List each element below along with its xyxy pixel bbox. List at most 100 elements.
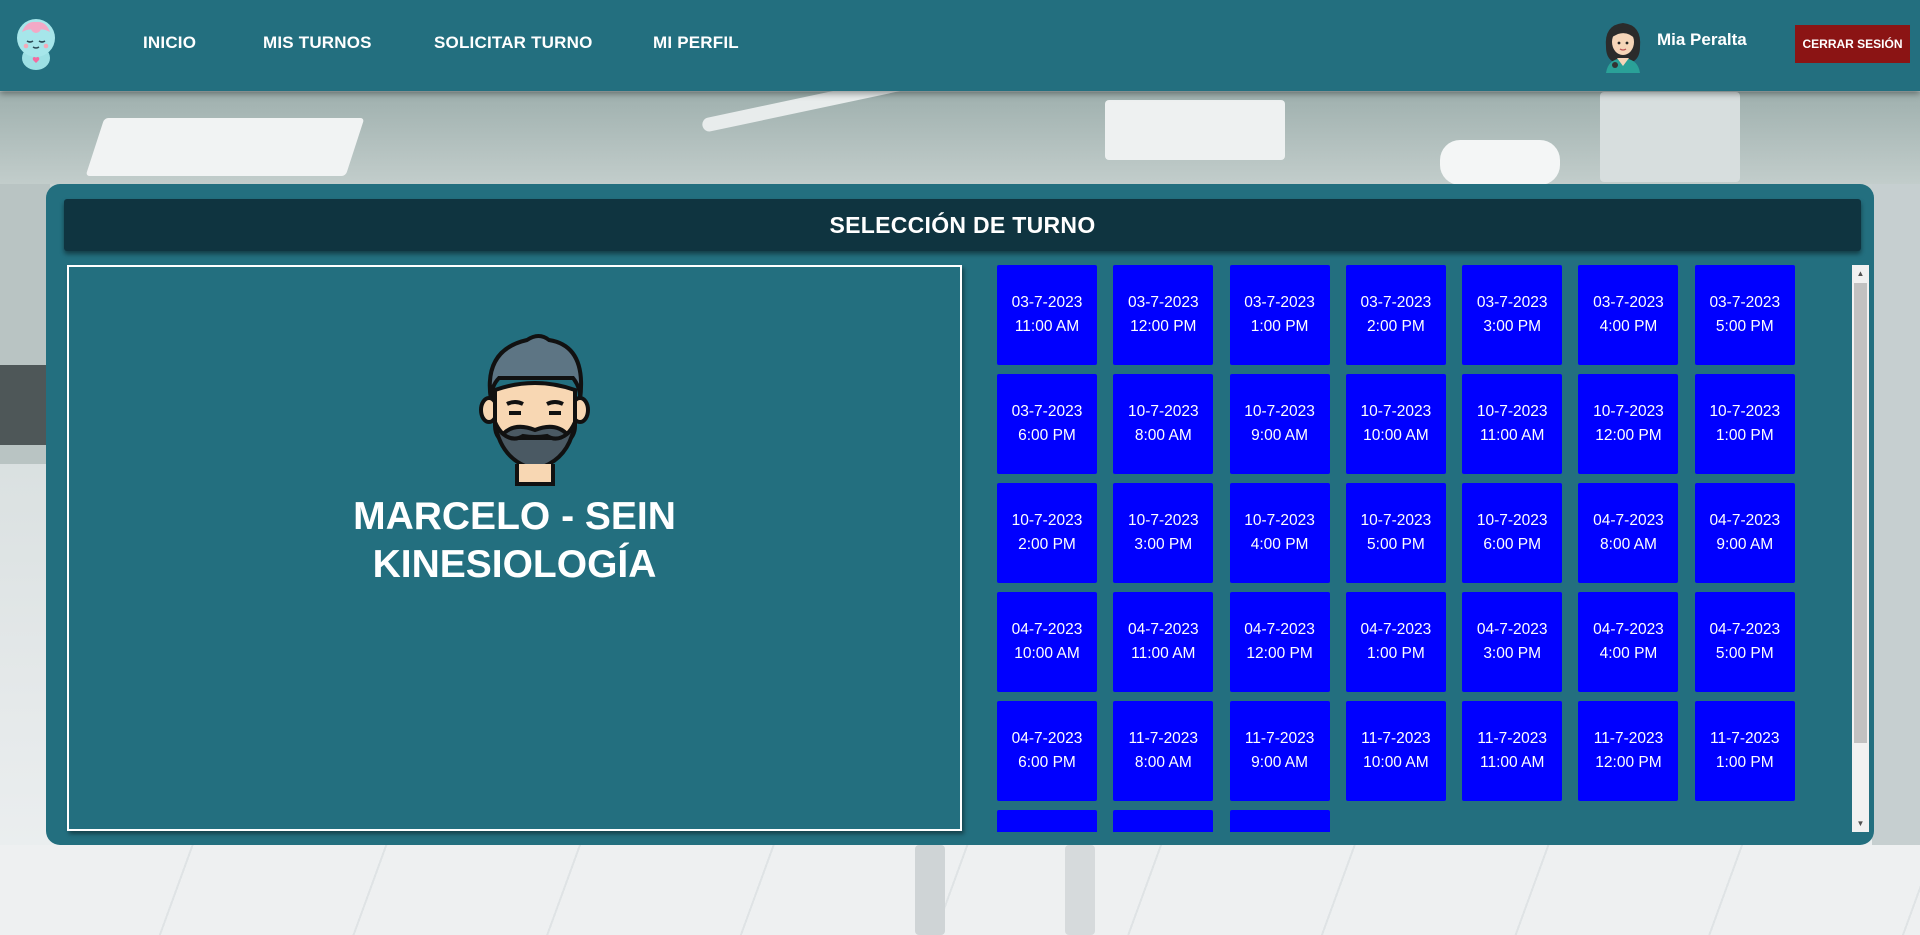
nav-link-mi-perfil[interactable]: MI PERFIL xyxy=(653,33,739,53)
slot-time: 11:00 AM xyxy=(1480,427,1545,444)
appointment-slot-button[interactable]: 11-7-2023 8:00 AM xyxy=(1113,701,1214,801)
slot-time: 9:00 AM xyxy=(1251,427,1309,444)
bg-monitor xyxy=(1600,92,1740,182)
slot-time: 8:00 AM xyxy=(1134,427,1192,444)
slot-date: 10-7-2023 xyxy=(1709,403,1781,420)
slot-time: 2:00 PM xyxy=(1367,318,1425,335)
slot-date: 10-7-2023 xyxy=(1476,512,1548,529)
appointment-slot-button[interactable]: 11-7-2023 1:00 PM xyxy=(1694,701,1795,801)
slot-time: 9:00 AM xyxy=(1251,754,1309,771)
appointment-slot-button[interactable]: 04-7-2023 4:00 PM xyxy=(1578,592,1679,692)
slot-date: 04-7-2023 xyxy=(1360,621,1432,638)
bg-surgical-lamp xyxy=(1105,100,1285,160)
card-header: SELECCIÓN DE TURNO xyxy=(64,199,1861,251)
slots-grid: 03-7-2023 11:00 AM 03-7-2023 12:00 PM 03-7-2… xyxy=(997,265,1817,832)
appointment-slot-button[interactable]: 04-7-2023 10:00 AM xyxy=(997,592,1097,692)
slot-date: 04-7-2023 xyxy=(1709,621,1781,638)
slot-date: 03-7-2023 xyxy=(1360,294,1432,311)
scroll-down-arrow-icon[interactable]: ▼ xyxy=(1852,815,1869,832)
top-navbar: INICIO MIS TURNOS SOLICITAR TURNO MI PER… xyxy=(0,0,1920,91)
appointment-slot-button[interactable]: 03-7-2023 6:00 PM xyxy=(997,374,1097,474)
slot-time: 2:00 PM xyxy=(1018,536,1076,553)
scroll-up-arrow-icon[interactable]: ▲ xyxy=(1852,265,1869,282)
appointment-slot-button[interactable]: 04-7-2023 5:00 PM xyxy=(1694,592,1795,692)
slot-time: 1:00 PM xyxy=(1250,318,1309,335)
slot-time: 10:00 AM xyxy=(1014,645,1080,662)
appointment-slot-button[interactable]: 04-7-2023 6:00 PM xyxy=(997,701,1097,801)
slot-time: 6:00 PM xyxy=(1018,754,1076,771)
slot-date: 11-7-2023 xyxy=(1477,730,1547,747)
slot-time: 12:00 PM xyxy=(1595,754,1662,771)
slot-time: 1:00 PM xyxy=(1715,427,1774,444)
slot-time: 3:00 PM xyxy=(1134,536,1193,553)
slot-time: 5:00 PM xyxy=(1715,645,1774,662)
appointment-slot-button[interactable]: 03-7-2023 11:00 AM xyxy=(997,265,1097,365)
appointment-slot-button[interactable]: 04-7-2023 11:00 AM xyxy=(1113,592,1214,692)
appointment-selection-card: SELECCIÓN DE TURNO MARCELO - SEIN KINESI… xyxy=(46,184,1874,845)
nav-link-inicio[interactable]: INICIO xyxy=(143,33,196,53)
scrollbar-thumb[interactable] xyxy=(1854,283,1867,743)
slot-date: 04-7-2023 xyxy=(1011,621,1083,638)
appointment-slot-button[interactable] xyxy=(1229,810,1330,832)
appointment-slot-button[interactable]: 03-7-2023 1:00 PM xyxy=(1229,265,1330,365)
slot-time: 11:00 AM xyxy=(1131,645,1196,662)
slot-time: 1:00 PM xyxy=(1367,645,1425,662)
nav-link-mis-turnos[interactable]: MIS TURNOS xyxy=(263,33,372,53)
appointment-slot-button[interactable]: 10-7-2023 3:00 PM xyxy=(1113,483,1214,583)
appointment-slot-button[interactable]: 03-7-2023 2:00 PM xyxy=(1345,265,1446,365)
appointment-slot-button[interactable]: 10-7-2023 12:00 PM xyxy=(1578,374,1679,474)
slot-time: 6:00 PM xyxy=(1018,427,1076,444)
slot-time: 5:00 PM xyxy=(1715,318,1774,335)
slot-time: 8:00 AM xyxy=(1134,754,1192,771)
appointment-slot-button[interactable]: 10-7-2023 5:00 PM xyxy=(1345,483,1446,583)
appointment-slot-button[interactable]: 10-7-2023 2:00 PM xyxy=(997,483,1097,583)
slot-date: 03-7-2023 xyxy=(1127,294,1199,311)
appointment-slot-button[interactable]: 03-7-2023 3:00 PM xyxy=(1462,265,1563,365)
appointment-slot-button[interactable]: 03-7-2023 5:00 PM xyxy=(1694,265,1795,365)
appointment-slot-button[interactable]: 03-7-2023 4:00 PM xyxy=(1578,265,1679,365)
appointment-slot-button[interactable]: 04-7-2023 8:00 AM xyxy=(1578,483,1679,583)
woman-avatar-icon[interactable] xyxy=(1600,17,1646,73)
slot-date: 04-7-2023 xyxy=(1476,621,1548,638)
appointment-slot-button[interactable]: 10-7-2023 9:00 AM xyxy=(1229,374,1330,474)
appointment-slot-button[interactable]: 11-7-2023 12:00 PM xyxy=(1578,701,1679,801)
nav-link-solicitar-turno[interactable]: SOLICITAR TURNO xyxy=(434,33,593,53)
appointment-slot-button[interactable]: 10-7-2023 10:00 AM xyxy=(1345,374,1446,474)
slot-time: 4:00 PM xyxy=(1599,318,1658,335)
logout-button[interactable]: CERRAR SESIÓN xyxy=(1795,25,1910,63)
slot-date: 10-7-2023 xyxy=(1360,512,1432,529)
appointment-slot-button[interactable] xyxy=(997,810,1097,832)
appointment-slot-button[interactable]: 04-7-2023 9:00 AM xyxy=(1694,483,1795,583)
appointment-slot-button[interactable]: 11-7-2023 10:00 AM xyxy=(1345,701,1446,801)
appointment-slot-button[interactable]: 04-7-2023 1:00 PM xyxy=(1345,592,1446,692)
appointment-slot-button[interactable]: 10-7-2023 11:00 AM xyxy=(1462,374,1563,474)
appointment-slot-button[interactable]: 10-7-2023 6:00 PM xyxy=(1462,483,1563,583)
slot-date: 04-7-2023 xyxy=(1593,621,1664,638)
slot-date: 03-7-2023 xyxy=(1709,294,1781,311)
bearded-man-avatar-icon xyxy=(477,330,592,490)
appointment-slot-button[interactable]: 04-7-2023 12:00 PM xyxy=(1229,592,1330,692)
slot-date: 04-7-2023 xyxy=(1593,512,1664,529)
slot-date: 03-7-2023 xyxy=(1011,403,1083,420)
slots-scroll-area[interactable]: 03-7-2023 11:00 AM 03-7-2023 12:00 PM 03-7-2… xyxy=(997,265,1860,832)
appointment-slot-button[interactable]: 03-7-2023 12:00 PM xyxy=(1113,265,1214,365)
appointment-slot-button[interactable]: 11-7-2023 11:00 AM xyxy=(1462,701,1563,801)
slot-date: 04-7-2023 xyxy=(1709,512,1781,529)
appointment-slot-button[interactable]: 04-7-2023 3:00 PM xyxy=(1462,592,1563,692)
slot-date: 03-7-2023 xyxy=(1476,294,1548,311)
appointment-slot-button[interactable] xyxy=(1113,810,1214,832)
brain-mascot-icon[interactable] xyxy=(12,16,60,72)
slot-date: 10-7-2023 xyxy=(1244,403,1315,420)
appointment-slot-button[interactable]: 10-7-2023 1:00 PM xyxy=(1694,374,1795,474)
appointment-slot-button[interactable]: 10-7-2023 8:00 AM xyxy=(1113,374,1214,474)
slot-date: 10-7-2023 xyxy=(1127,512,1199,529)
bg-surgical-lamp xyxy=(1440,140,1560,185)
slots-scrollbar[interactable]: ▲ ▼ xyxy=(1852,265,1869,832)
slot-time: 11:00 AM xyxy=(1480,754,1545,771)
slot-date: 11-7-2023 xyxy=(1128,730,1199,747)
slot-date: 03-7-2023 xyxy=(1244,294,1315,311)
appointment-slot-button[interactable]: 11-7-2023 9:00 AM xyxy=(1229,701,1330,801)
slot-time: 1:00 PM xyxy=(1715,754,1774,771)
slot-date: 03-7-2023 xyxy=(1011,294,1083,311)
appointment-slot-button[interactable]: 10-7-2023 4:00 PM xyxy=(1229,483,1330,583)
